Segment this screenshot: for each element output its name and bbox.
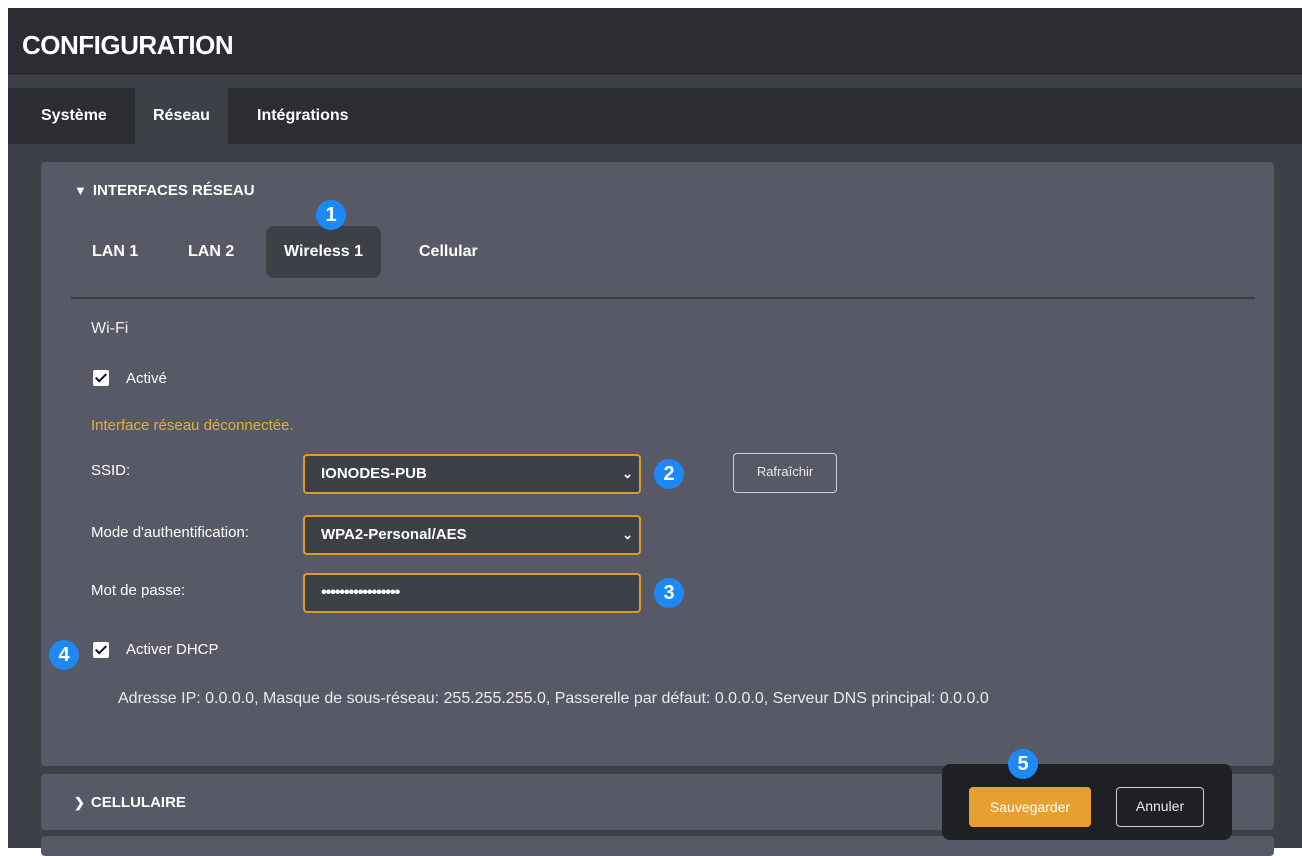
page-title: CONFIGURATION [22, 30, 234, 60]
ssid-label: SSID: [91, 462, 131, 479]
wifi-section-title: Wi-Fi [91, 320, 129, 337]
tab-reseau[interactable]: Réseau [135, 88, 228, 144]
header-divider [8, 75, 1302, 76]
subtab-wireless1[interactable]: Wireless 1 [266, 226, 382, 278]
ip-info-text: Adresse IP: 0.0.0.0, Masque de sous-rése… [118, 690, 989, 707]
save-button[interactable]: Sauvegarder [969, 787, 1091, 827]
page-header: CONFIGURATION [8, 8, 1302, 76]
cellular-title: CELLULAIRE [90, 794, 186, 811]
callout-badge-1: 1 [316, 200, 346, 230]
ssid-value: IONODES-PUB [321, 465, 427, 482]
dhcp-checkbox[interactable] [93, 642, 109, 658]
tab-integrations[interactable]: Intégrations [239, 88, 367, 144]
chevron-down-icon: ▼ [74, 183, 87, 198]
auth-mode-select[interactable]: WPA2-Personal/AES ⌄ [303, 515, 641, 555]
network-interfaces-title: INTERFACES RÉSEAU [92, 182, 255, 199]
refresh-button[interactable]: Rafraîchir [733, 453, 837, 493]
chevron-right-icon: ❯ [74, 795, 85, 810]
network-interfaces-header[interactable]: ▼ INTERFACES RÉSEAU [74, 182, 255, 199]
chevron-down-icon: ⌄ [622, 466, 633, 481]
subtab-lan2[interactable]: LAN 2 [170, 226, 252, 278]
chevron-down-icon: ⌄ [622, 527, 633, 542]
app-window: CONFIGURATION Système Réseau Intégration… [8, 8, 1302, 856]
callout-badge-4: 4 [49, 640, 79, 670]
network-interfaces-panel: ▼ INTERFACES RÉSEAU LAN 1 LAN 2 Wireless … [41, 162, 1274, 766]
auth-mode-value: WPA2-Personal/AES [321, 526, 467, 543]
enabled-checkbox[interactable] [93, 370, 109, 386]
subtab-lan1[interactable]: LAN 1 [74, 226, 156, 278]
enabled-label: Activé [126, 370, 167, 387]
status-warning: Interface réseau déconnectée. [91, 417, 294, 434]
subtabs-divider [71, 297, 1255, 299]
callout-badge-5: 5 [1008, 749, 1038, 779]
ssid-select[interactable]: IONODES-PUB ⌄ [303, 454, 641, 494]
password-label: Mot de passe: [91, 582, 186, 599]
callout-badge-3: 3 [654, 578, 684, 608]
password-input[interactable]: ••••••••••••••••• [303, 573, 641, 613]
cellular-header[interactable]: ❯ CELLULAIRE [74, 794, 186, 811]
main-tabs: Système Réseau Intégrations [8, 88, 1302, 144]
callout-badge-2: 2 [654, 459, 684, 489]
dhcp-label: Activer DHCP [126, 641, 219, 658]
subtab-cellular[interactable]: Cellular [401, 226, 496, 278]
cancel-button[interactable]: Annuler [1116, 787, 1204, 827]
action-bar: 5 Sauvegarder Annuler [942, 749, 1232, 840]
auth-mode-label: Mode d'authentification: [91, 524, 249, 541]
tab-systeme[interactable]: Système [23, 88, 125, 144]
